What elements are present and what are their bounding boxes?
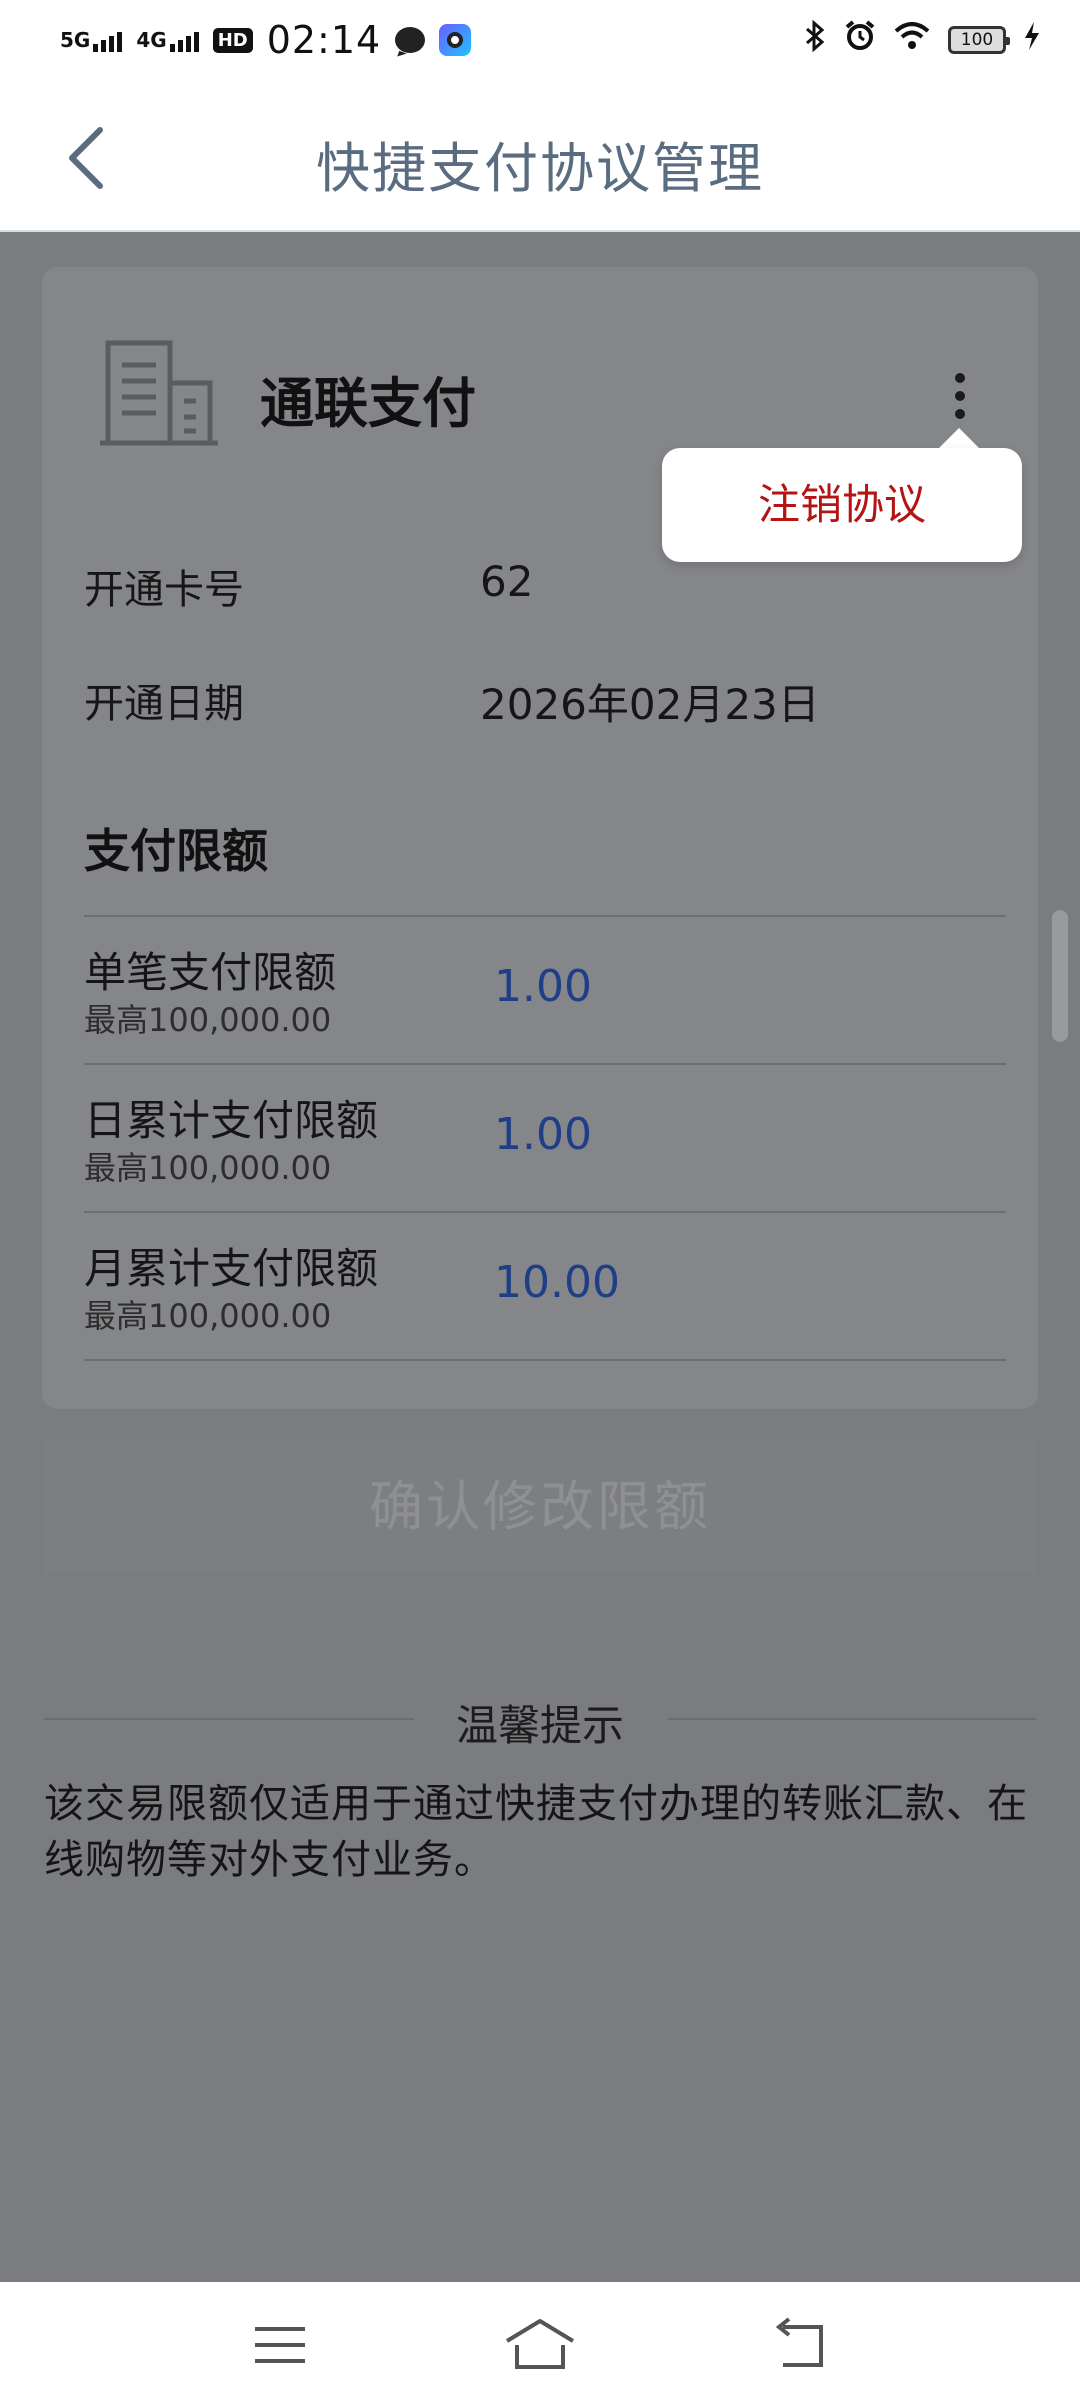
page-title: 快捷支付协议管理 [316,137,764,200]
signal-5g-icon: 5G [60,28,123,52]
hd-icon: HD [212,27,253,53]
masked-card-digits [531,569,832,600]
card-number-value: 62 [480,557,832,606]
more-dot-icon [955,391,965,401]
limit-value-input[interactable]: 1.00 [494,1109,592,1160]
bluetooth-icon [804,19,826,60]
tips-divider-right [668,1718,1036,1720]
app-header: 快捷支付协议管理 [0,80,1080,232]
wifi-icon [894,21,930,59]
limit-max: 最高100,000.00 [84,1297,332,1335]
divider [84,915,1006,917]
back-nav-button[interactable] [755,2315,845,2375]
tips-title: 温馨提示 [455,1701,624,1750]
status-bar: 5G 4G HD 02:14 100 [0,0,1080,80]
limit-max: 最高100,000.00 [84,1001,332,1039]
app-notification-icon [439,24,472,56]
signal-4g-icon: 4G [136,28,199,52]
limit-label: 月累计支付限额 [84,1244,379,1293]
limit-max: 最高100,000.00 [84,1149,332,1187]
menu-nav-button[interactable] [235,2315,325,2375]
limits-section-title: 支付限额 [84,824,268,878]
cancel-agreement-menu-item[interactable]: 注销协议 [758,480,926,529]
network-type-label: 4G [136,28,167,52]
divider [84,1063,1006,1065]
limit-value-input[interactable]: 10.00 [494,1257,620,1308]
menu-icon [255,2327,305,2363]
return-icon [775,2317,823,2367]
building-icon [100,337,218,447]
tips-text: 该交易限额仅适用于通过快捷支付办理的转账汇款、在线购物等对外支付业务。 [44,1781,1028,1883]
chat-notification-icon [395,27,426,53]
open-date-value: 2026年02月23日 [480,680,820,729]
home-nav-button[interactable] [495,2315,585,2375]
battery-icon: 100 [948,26,1010,54]
agreement-card: 通联支付 开通卡号 62 开通日期 2026年02月23日 支付限额 单笔支付限… [42,267,1038,1409]
system-nav-bar [0,2282,1080,2408]
popup-menu: 注销协议 [662,448,1022,562]
confirm-modify-limit-button[interactable]: 确认修改限额 [42,1440,1038,1574]
card-number-prefix: 62 [480,557,534,606]
more-dot-icon [955,409,965,419]
clock: 02:14 [266,18,382,62]
limit-label: 日累计支付限额 [84,1096,379,1145]
divider [84,1211,1006,1213]
bank-name: 通联支付 [260,372,476,435]
charging-icon [1024,21,1040,59]
divider [84,1359,1006,1361]
open-date-label: 开通日期 [84,681,244,727]
more-options-button[interactable] [944,373,976,435]
popup-arrow [937,428,981,450]
more-dot-icon [955,373,965,383]
home-icon [505,2319,575,2369]
limit-label: 单笔支付限额 [84,948,337,997]
limit-value-input[interactable]: 1.00 [494,961,592,1012]
scrollbar[interactable] [1052,910,1068,1042]
alarm-icon [844,20,876,60]
network-type-label: 5G [60,28,91,52]
card-number-label: 开通卡号 [84,567,244,613]
